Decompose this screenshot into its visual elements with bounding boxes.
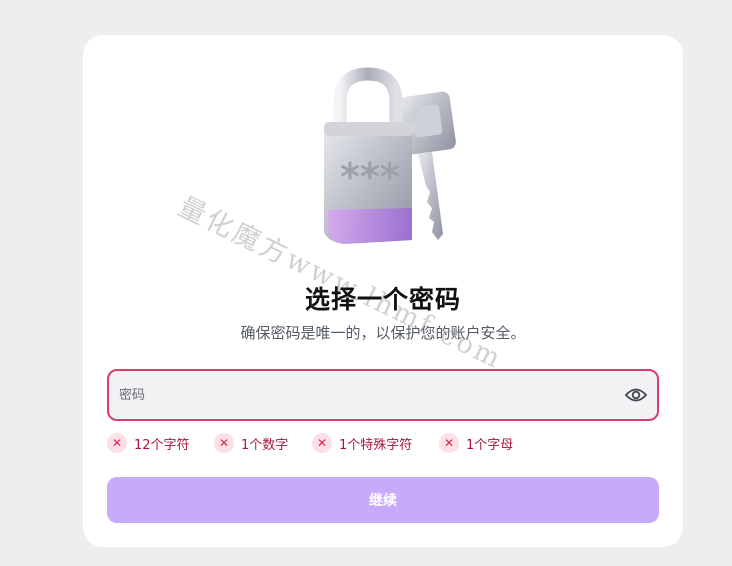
close-icon: ✕ [312, 433, 332, 453]
close-icon: ✕ [107, 433, 127, 453]
padlock-with-key-icon: *** [324, 67, 456, 244]
requirement-1-letter: ✕ 1个字母 [439, 432, 513, 454]
requirement-label: 1个字母 [466, 437, 514, 453]
continue-button[interactable]: 继续 [107, 477, 659, 523]
eye-icon[interactable] [625, 385, 647, 405]
requirement-12-chars: ✕ 12个字符 [107, 432, 190, 454]
password-input[interactable] [119, 371, 599, 419]
page-title: 选择一个密码 [304, 285, 461, 314]
requirement-1-number: ✕ 1个数字 [214, 432, 288, 454]
password-field [107, 369, 659, 421]
requirement-label: 12个字符 [134, 437, 190, 453]
requirement-1-special: ✕ 1个特殊字符 [312, 432, 412, 454]
close-icon: ✕ [439, 433, 459, 453]
requirement-label: 1个数字 [241, 437, 289, 453]
svg-text:***: *** [340, 155, 400, 199]
requirement-label: 1个特殊字符 [339, 437, 413, 453]
page-subtitle: 确保密码是唯一的，以保护您的账户安全。 [240, 324, 526, 342]
close-icon: ✕ [214, 433, 234, 453]
